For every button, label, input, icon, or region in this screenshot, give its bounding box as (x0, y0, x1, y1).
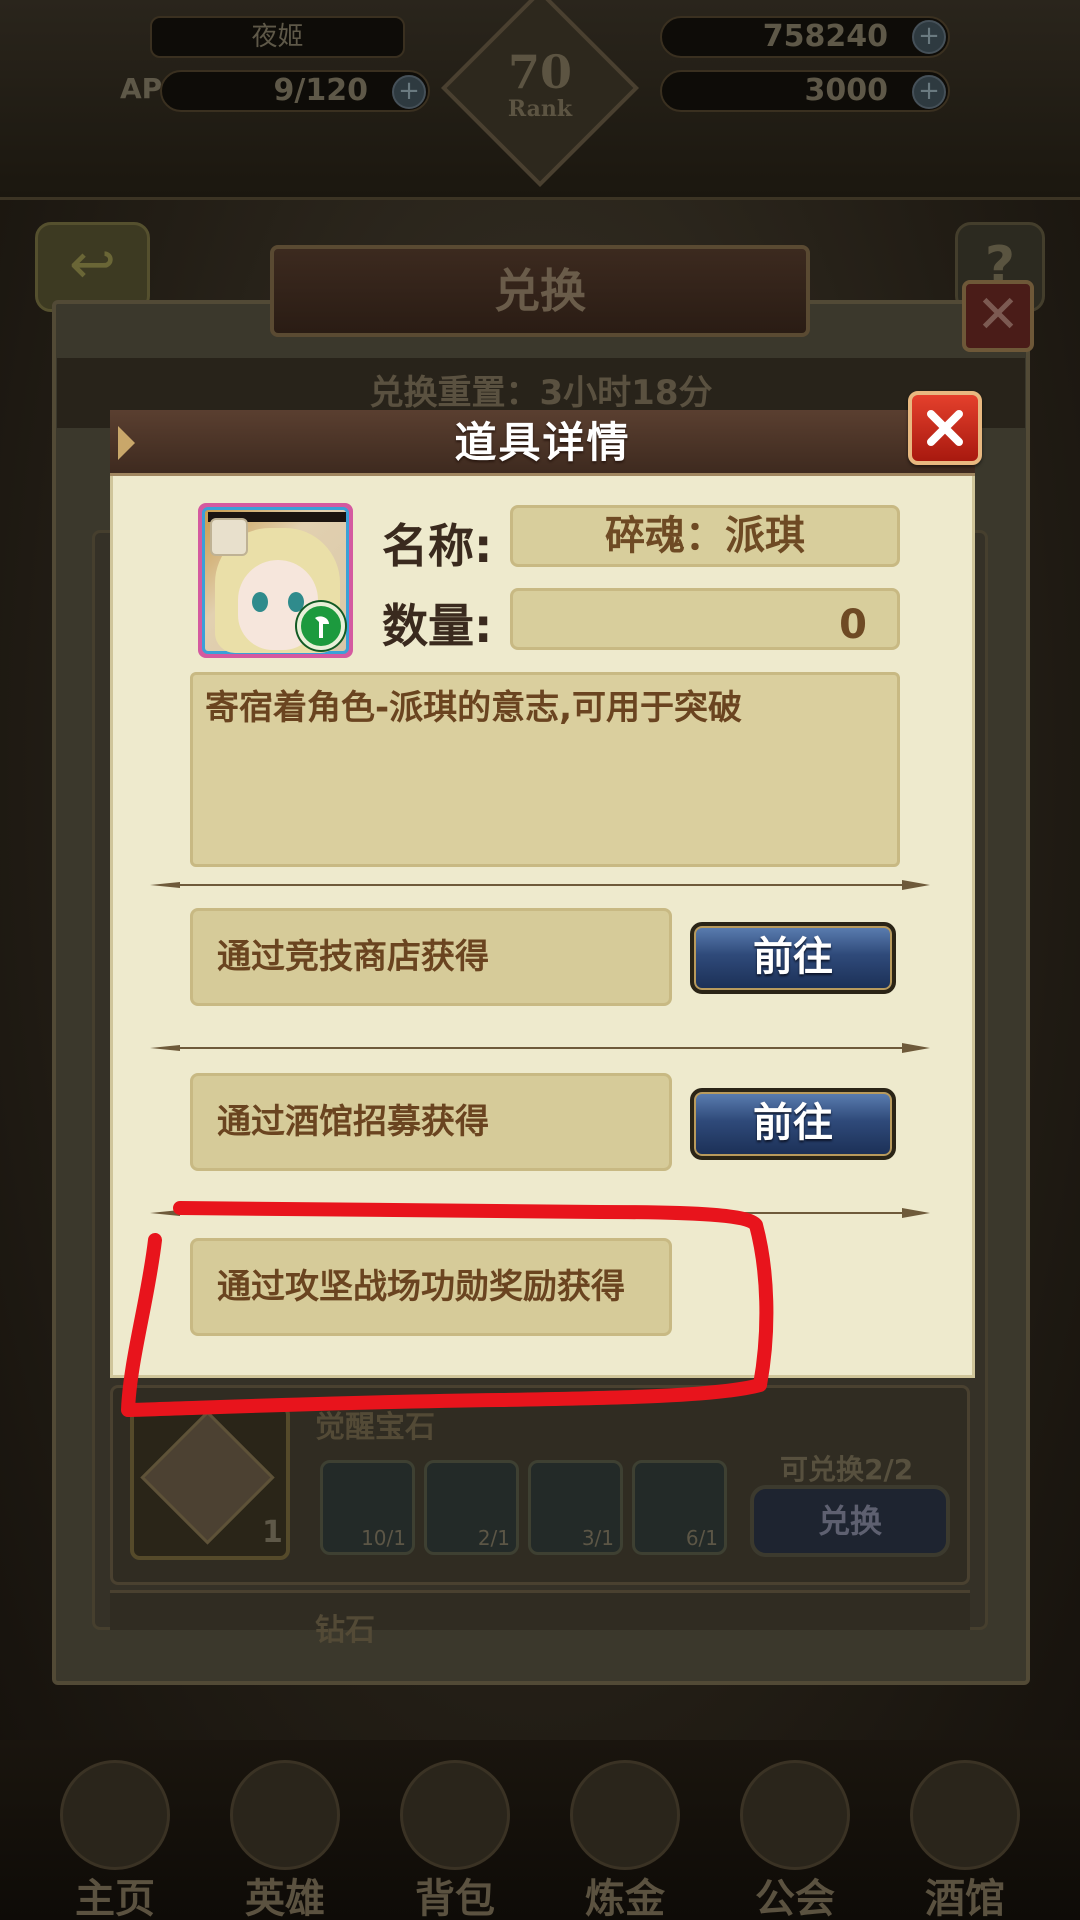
hero-icon (230, 1760, 340, 1870)
player-name: 夜姬 (150, 16, 405, 58)
material-slot[interactable]: 10/1 (320, 1460, 415, 1555)
quantity-label: 数量: (382, 599, 493, 653)
guild-icon (740, 1760, 850, 1870)
goto-tavern-button[interactable]: 前往 (690, 1088, 896, 1160)
rank-number: 70 (507, 45, 572, 99)
source-siege-battlefield: 通过攻坚战场功勋奖励获得 (190, 1238, 672, 1336)
portrait-eye (288, 592, 304, 612)
nav-label: 炼金 (585, 1876, 665, 1920)
shop-close-button[interactable]: ✕ (962, 280, 1034, 352)
exchange-button[interactable]: 兑换 (750, 1485, 950, 1557)
material-count: 10/1 (361, 1526, 406, 1550)
add-gem-button[interactable]: + (912, 75, 946, 109)
row-item-count: 1 (262, 1515, 283, 1550)
material-slot[interactable]: 6/1 (632, 1460, 727, 1555)
close-icon (927, 410, 963, 446)
nav-bag[interactable]: 背包 (370, 1748, 540, 1920)
add-gold-button[interactable]: + (912, 20, 946, 54)
material-slot[interactable]: 3/1 (528, 1460, 623, 1555)
stamina-value: 9/120 (160, 70, 430, 112)
nav-heroes[interactable]: 英雄 (200, 1748, 370, 1920)
modal-close-button[interactable] (908, 391, 982, 465)
nav-home[interactable]: 主页 (30, 1748, 200, 1920)
portrait-eye (252, 592, 268, 612)
nav-guild[interactable]: 公会 (710, 1748, 880, 1920)
back-button[interactable]: ↩ (35, 222, 150, 312)
material-count: 2/1 (477, 1526, 510, 1550)
divider (150, 1043, 930, 1053)
row2-item-name: 钻石 (315, 1613, 375, 1648)
item-description: 寄宿着角色-派琪的意志,可用于突破 (190, 672, 900, 867)
row-item-name: 觉醒宝石 (315, 1410, 435, 1445)
nav-label: 公会 (755, 1876, 835, 1920)
nav-label: 背包 (415, 1876, 495, 1920)
rank-display: 70 Rank (470, 48, 610, 122)
material-slot[interactable]: 2/1 (424, 1460, 519, 1555)
material-count: 3/1 (581, 1526, 614, 1550)
name-label: 名称: (382, 519, 493, 573)
axe-class-icon (297, 602, 345, 650)
material-count: 6/1 (685, 1526, 718, 1550)
alchemy-icon (570, 1760, 680, 1870)
divider (150, 880, 930, 890)
modal-title: 道具详情 (454, 418, 631, 467)
home-icon (60, 1760, 170, 1870)
add-stamina-button[interactable]: + (392, 75, 426, 109)
name-value: 碎魂：派琪 (510, 505, 900, 567)
quantity-value: 0 (510, 588, 900, 650)
gem-value: 3000 (660, 70, 950, 112)
nav-label: 酒馆 (925, 1876, 1005, 1920)
nav-label: 英雄 (245, 1876, 325, 1920)
source-tavern-recruit: 通过酒馆招募获得 (190, 1073, 672, 1171)
axe-icon (315, 616, 329, 638)
goto-arena-shop-button[interactable]: 前往 (690, 922, 896, 994)
soul-fragment-icon (210, 518, 248, 556)
nav-tavern[interactable]: 酒馆 (880, 1748, 1050, 1920)
rank-label: Rank (507, 96, 573, 122)
source-arena-shop: 通过竞技商店获得 (190, 908, 672, 1006)
gold-value: 758240 (660, 16, 950, 58)
stamina-prefix: AP (120, 72, 163, 105)
shop-title: 兑换 (270, 245, 810, 337)
divider (150, 1208, 930, 1218)
nav-label: 主页 (75, 1876, 155, 1920)
exchange-row-2 (110, 1590, 970, 1630)
bag-icon (400, 1760, 510, 1870)
nav-alchemy[interactable]: 炼金 (540, 1748, 710, 1920)
tavern-icon (910, 1760, 1020, 1870)
exchange-limit-text: 可兑换2/2 (780, 1453, 914, 1486)
